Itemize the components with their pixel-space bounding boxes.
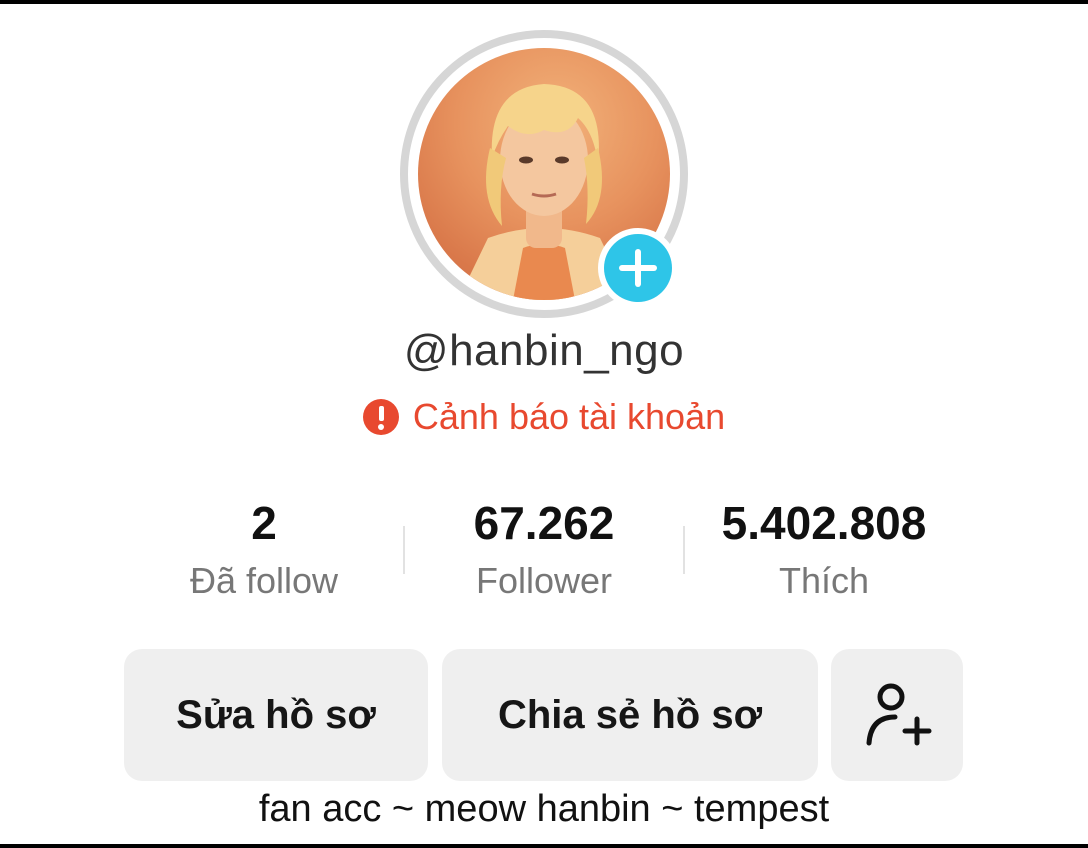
stat-following[interactable]: 2 Đã follow — [164, 496, 364, 602]
add-friend-button[interactable] — [831, 649, 963, 781]
profile-bio: fan acc ~ meow hanbin ~ tempest — [258, 788, 830, 830]
stat-likes-value: 5.402.808 — [721, 497, 927, 549]
stat-divider — [683, 526, 685, 574]
profile-screen: @hanbin_ngo Cảnh báo tài khoản 2 Đã foll… — [0, 0, 1088, 848]
account-warning-label: Cảnh báo tài khoản — [412, 396, 726, 437]
stat-followers-value: 67.262 — [473, 497, 615, 549]
plus-icon — [604, 234, 672, 302]
edit-profile-button[interactable]: Sửa hồ sơ — [124, 649, 428, 781]
stat-divider — [403, 526, 405, 574]
add-avatar-button[interactable] — [598, 228, 678, 308]
account-warning-link[interactable]: Cảnh báo tài khoản — [0, 396, 1088, 438]
add-user-icon — [866, 683, 932, 746]
username: @hanbin_ngo — [403, 326, 685, 375]
avatar-ring — [400, 30, 688, 318]
stat-followers-label: Follower — [475, 560, 613, 601]
stat-likes[interactable]: 5.402.808 Thích — [694, 496, 954, 602]
stat-following-label: Đã follow — [189, 560, 339, 601]
stat-likes-label: Thích — [778, 560, 870, 601]
exclamation-circle-icon — [362, 399, 399, 435]
stat-followers[interactable]: 67.262 Follower — [444, 496, 644, 602]
stat-following-value: 2 — [251, 497, 277, 549]
share-profile-button[interactable]: Chia sẻ hồ sơ — [442, 649, 818, 781]
